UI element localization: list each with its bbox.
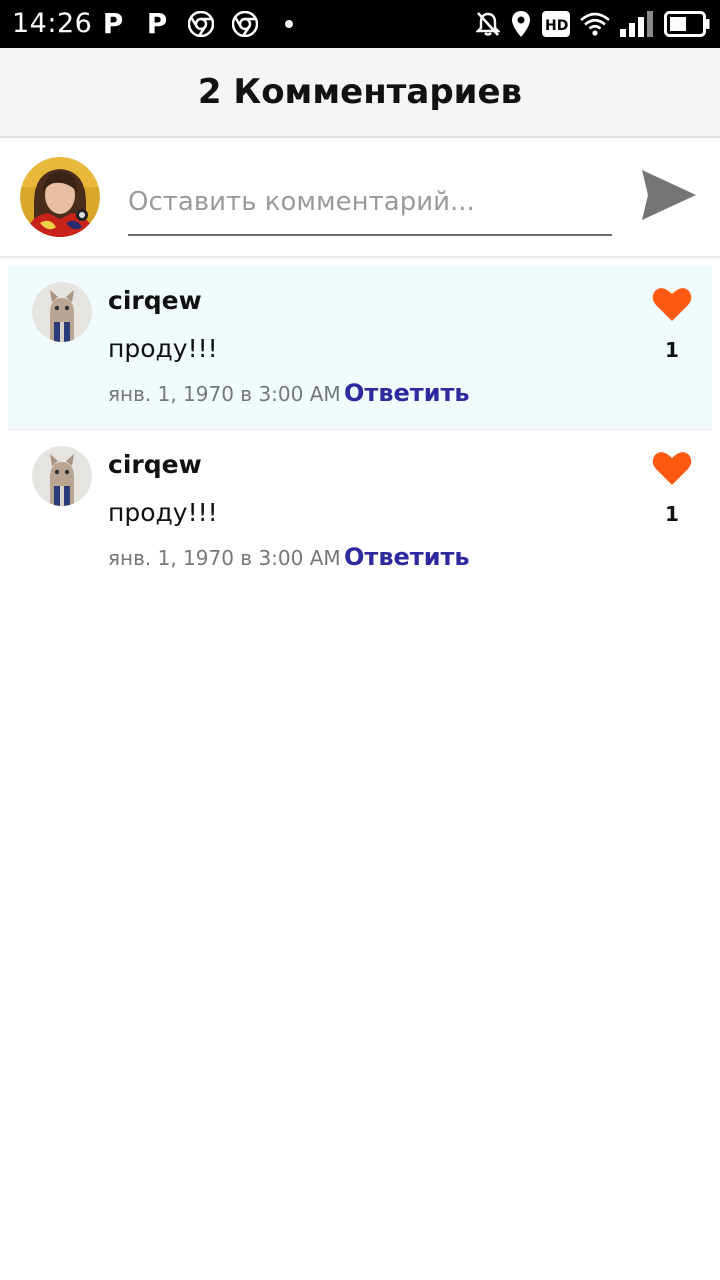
comment-item: cirqew проду!!! янв. 1, 1970 в 3:00 AM О…: [8, 266, 712, 430]
parking-p-icon: P: [102, 7, 124, 40]
like-button[interactable]: [652, 450, 692, 490]
send-button[interactable]: [636, 164, 702, 226]
hd-icon: HD: [542, 11, 570, 37]
commenter-avatar[interactable]: [32, 282, 92, 342]
status-bar: 14:26 P P HD: [0, 0, 720, 48]
send-icon: [642, 170, 696, 220]
comment-date: янв. 1, 1970 в 3:00 AM: [108, 546, 341, 570]
notification-dot-icon: [285, 20, 293, 28]
parking-p-icon: P: [146, 7, 168, 40]
commenter-avatar[interactable]: [32, 446, 92, 506]
comment-input[interactable]: [128, 170, 612, 236]
comment-date: янв. 1, 1970 в 3:00 AM: [108, 382, 341, 406]
status-time: 14:26: [12, 8, 93, 39]
comments-header: 2 Комментариев: [0, 48, 720, 138]
page-title: 2 Комментариев: [197, 72, 523, 112]
comment-item: cirqew проду!!! янв. 1, 1970 в 3:00 AM О…: [8, 430, 712, 594]
reply-button[interactable]: Ответить: [344, 543, 470, 571]
chrome-icon: [188, 11, 214, 37]
silent-bell-icon: [476, 11, 500, 37]
heart-icon: [652, 452, 692, 485]
like-count: 1: [665, 338, 679, 362]
comment-text: проду!!!: [108, 498, 218, 527]
heart-icon: [652, 288, 692, 321]
like-count: 1: [665, 502, 679, 526]
comment-list: cirqew проду!!! янв. 1, 1970 в 3:00 AM О…: [8, 266, 712, 594]
comment-composer: [0, 140, 720, 258]
current-user-avatar: [20, 157, 100, 237]
location-icon: [510, 10, 532, 38]
battery-icon: [664, 11, 710, 37]
comment-text: проду!!!: [108, 334, 218, 363]
chrome-icon: [232, 11, 258, 37]
comment-username[interactable]: cirqew: [108, 450, 202, 479]
wifi-icon: [580, 12, 610, 36]
svg-text:HD: HD: [545, 18, 568, 34]
signal-icon: [620, 11, 654, 37]
comment-username[interactable]: cirqew: [108, 286, 202, 315]
reply-button[interactable]: Ответить: [344, 379, 470, 407]
like-button[interactable]: [652, 286, 692, 326]
status-icons: HD: [476, 9, 710, 39]
